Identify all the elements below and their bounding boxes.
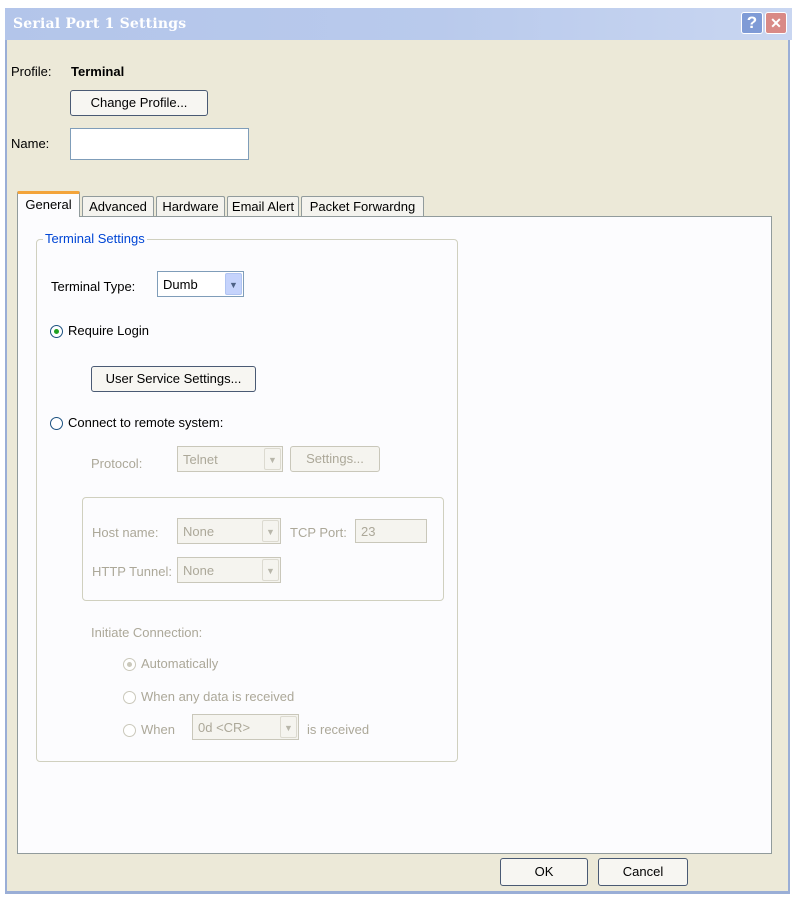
http-tunnel-select[interactable]: None ▼ (177, 557, 281, 583)
when-char-select[interactable]: 0d <CR> ▼ (192, 714, 299, 740)
profile-label: Profile: (11, 64, 52, 79)
cancel-label: Cancel (622, 864, 664, 879)
protocol-settings-button[interactable]: Settings... (290, 446, 380, 472)
change-profile-button[interactable]: Change Profile... (70, 90, 208, 116)
title-bar[interactable]: Serial Port 1 Settings ? ✕ (5, 8, 792, 40)
close-button[interactable]: ✕ (765, 12, 787, 34)
when-radio[interactable] (123, 724, 136, 737)
chevron-down-icon: ▼ (262, 520, 279, 542)
name-input[interactable] (70, 128, 249, 160)
automatically-radio[interactable] (123, 658, 136, 671)
close-icon: ✕ (770, 15, 782, 31)
help-icon: ? (746, 13, 758, 32)
protocol-settings-label: Settings... (306, 451, 364, 466)
chevron-down-icon: ▼ (280, 716, 297, 738)
tcp-port-label: TCP Port: (290, 525, 347, 540)
ok-button[interactable]: OK (500, 858, 588, 886)
tab-advanced[interactable]: Advanced (82, 196, 154, 216)
chevron-down-icon: ▼ (264, 448, 281, 470)
automatically-label[interactable]: Automatically (141, 656, 218, 671)
terminal-type-label: Terminal Type: (51, 279, 136, 294)
when-char-value: 0d <CR> (198, 720, 251, 735)
http-tunnel-label: HTTP Tunnel: (92, 564, 172, 579)
tcp-port-value: 23 (361, 524, 376, 539)
radio-selected-dot (127, 662, 132, 667)
when-label[interactable]: When (141, 722, 175, 737)
radio-selected-dot (54, 329, 59, 334)
any-data-label[interactable]: When any data is received (141, 689, 294, 704)
terminal-settings-group: Terminal Settings Terminal Type: Dumb ▼ … (36, 231, 458, 762)
tab-hardware-label: Hardware (162, 199, 219, 214)
name-label: Name: (11, 136, 50, 151)
host-name-select[interactable]: None ▼ (177, 518, 281, 544)
require-login-radio[interactable] (50, 325, 63, 338)
http-tunnel-value: None (183, 563, 215, 578)
protocol-value: Telnet (183, 452, 218, 467)
tab-packet-forwarding[interactable]: Packet Forwardng (301, 196, 424, 216)
dialog-window: Serial Port 1 Settings ? ✕ Profile: Term… (5, 8, 792, 894)
terminal-type-select[interactable]: Dumb ▼ (157, 271, 244, 297)
ok-label: OK (534, 864, 554, 879)
tab-email-alert-label: Email Alert (231, 199, 295, 214)
host-name-value: None (183, 524, 215, 539)
user-service-settings-button[interactable]: User Service Settings... (91, 366, 256, 392)
tab-hardware[interactable]: Hardware (156, 196, 225, 216)
tab-packet-forwarding-label: Packet Forwardng (309, 199, 416, 214)
general-tab-panel: Terminal Settings Terminal Type: Dumb ▼ … (17, 216, 772, 854)
connect-remote-radio[interactable] (50, 417, 63, 430)
tab-general[interactable]: General (17, 191, 80, 217)
host-name-label: Host name: (92, 525, 159, 540)
remote-host-box: Host name: None ▼ TCP Port: 23 HTTP Tunn… (82, 497, 444, 601)
chevron-down-icon: ▼ (262, 559, 279, 581)
tcp-port-input[interactable]: 23 (355, 519, 427, 543)
require-login-label[interactable]: Require Login (68, 323, 149, 338)
user-service-settings-label: User Service Settings... (105, 371, 242, 386)
any-data-radio[interactable] (123, 691, 136, 704)
cancel-button[interactable]: Cancel (598, 858, 688, 886)
protocol-label: Protocol: (91, 456, 143, 471)
terminal-settings-title: Terminal Settings (43, 231, 147, 246)
help-button[interactable]: ? (741, 12, 763, 34)
tab-general-label: General (25, 197, 72, 212)
tab-advanced-label: Advanced (89, 199, 147, 214)
terminal-type-value: Dumb (163, 277, 198, 292)
initiate-connection-label: Initiate Connection: (91, 625, 203, 640)
is-received-label: is received (307, 722, 370, 737)
change-profile-label: Change Profile... (90, 95, 188, 110)
connect-remote-label[interactable]: Connect to remote system: (68, 415, 223, 430)
profile-value: Terminal (71, 64, 125, 79)
protocol-select[interactable]: Telnet ▼ (177, 446, 283, 472)
chevron-down-icon: ▼ (225, 273, 242, 295)
window-title: Serial Port 1 Settings (13, 16, 187, 32)
tab-email-alert[interactable]: Email Alert (227, 196, 299, 216)
